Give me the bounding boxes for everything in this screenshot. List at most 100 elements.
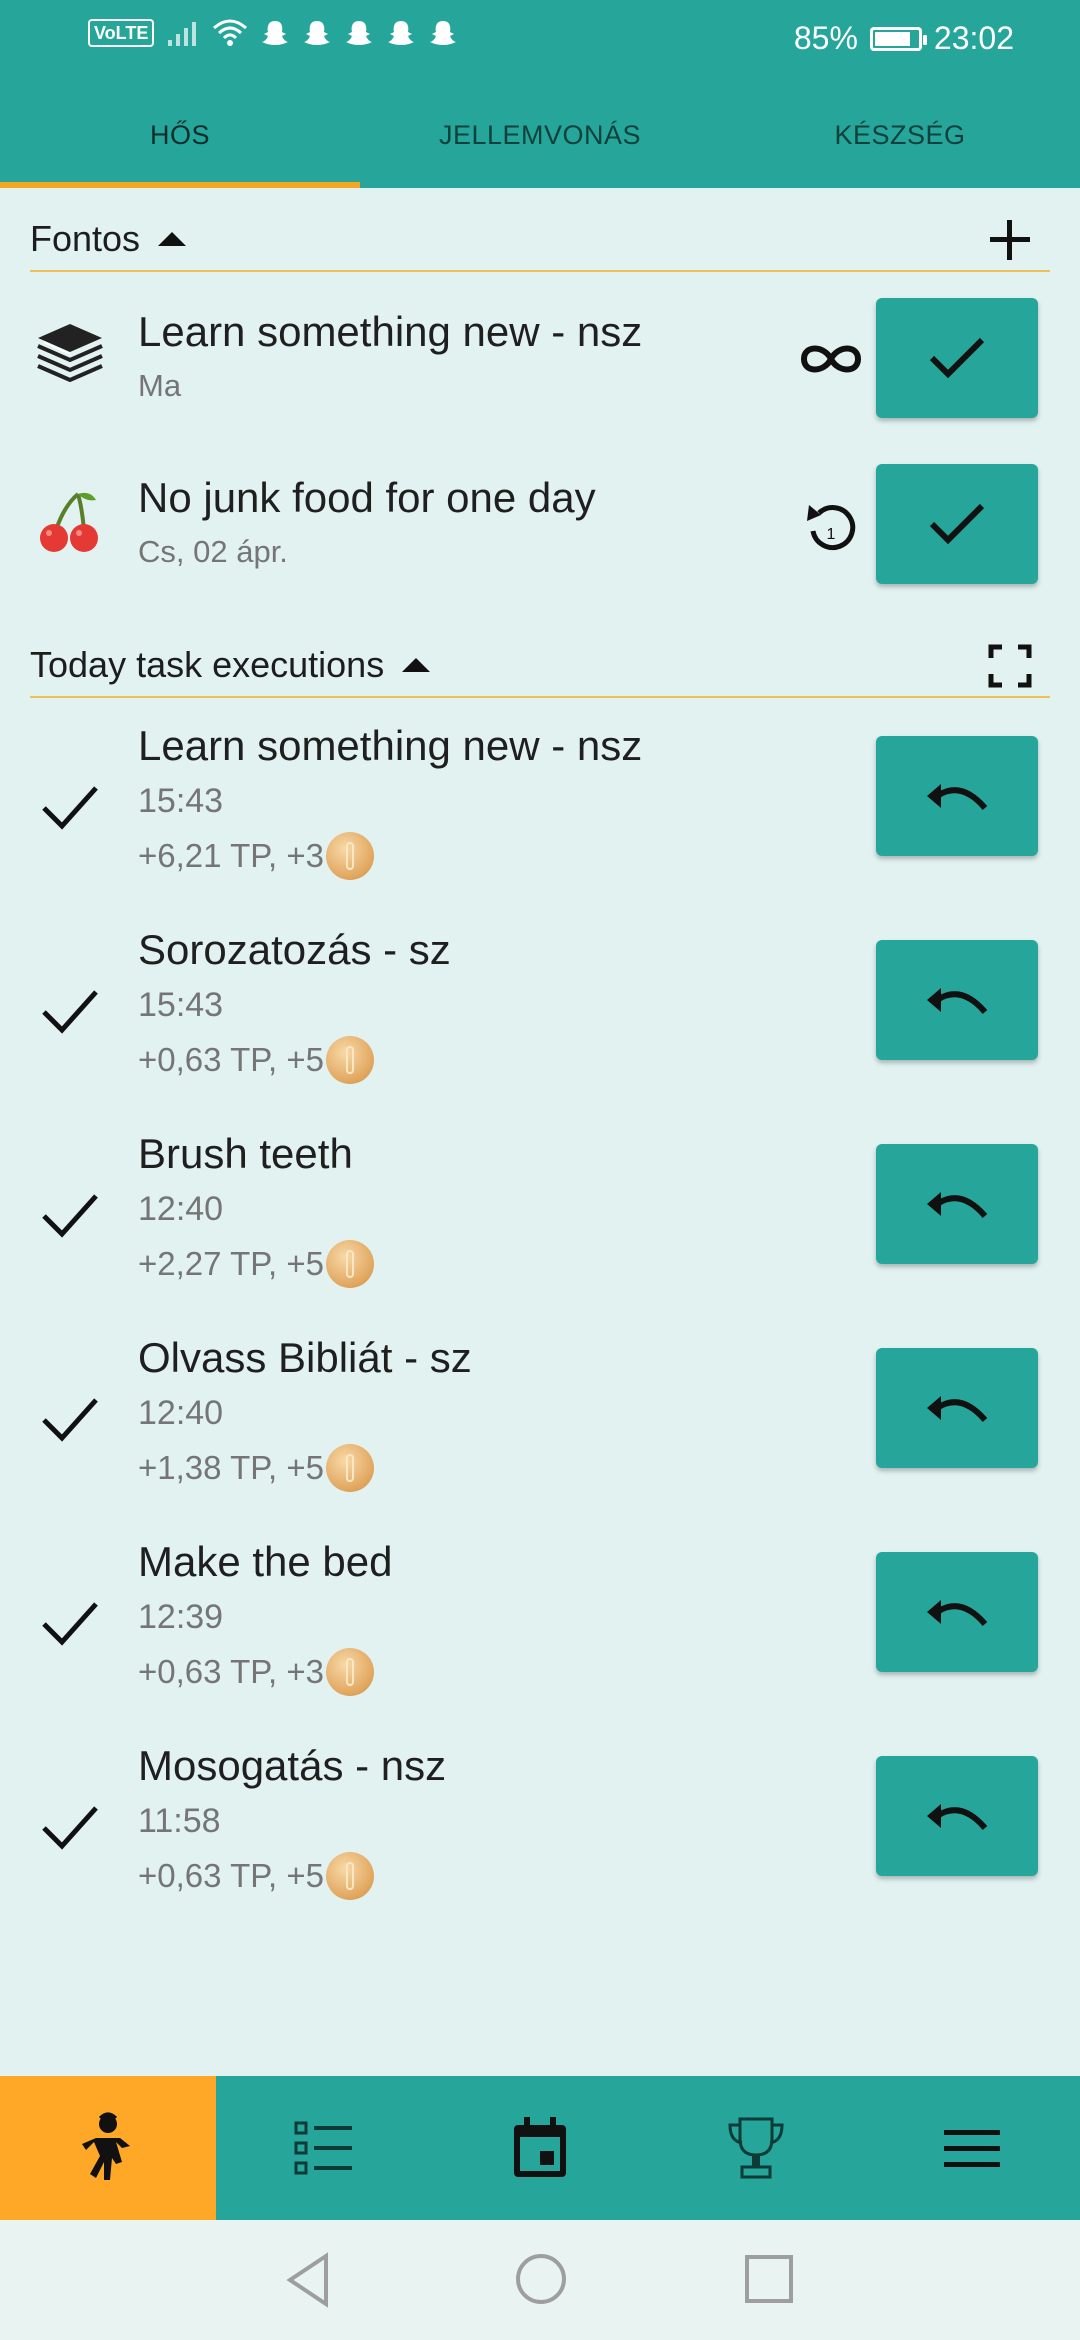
undo-icon — [927, 1192, 988, 1219]
undo-button[interactable] — [876, 1144, 1038, 1264]
undo-icon — [927, 784, 988, 811]
execution-title: Learn something new - nsz — [138, 722, 643, 769]
done-check-icon — [42, 1602, 98, 1646]
coin-icon — [325, 1240, 374, 1288]
execution-title: Brush teeth — [138, 1130, 353, 1177]
system-navigation-bar — [0, 2220, 1080, 2340]
task-list-icon — [294, 2121, 352, 2175]
execution-title: Olvass Bibliát - sz — [138, 1334, 472, 1381]
tab-bar: HŐS JELLEMVONÁS KÉSZSÉG — [0, 100, 1080, 188]
execution-item: Mosogatás - nsz 11:58 +0,63 TP, +5 — [0, 1742, 1080, 1932]
collapse-caret-icon[interactable] — [158, 232, 187, 246]
execution-time: 12:40 — [138, 1190, 224, 1228]
check-icon — [929, 503, 985, 545]
back-icon[interactable] — [284, 2252, 332, 2308]
bottom-navigation — [0, 2076, 1080, 2220]
execution-time: 15:43 — [138, 986, 224, 1024]
execution-item: Learn something new - nsz 15:43 +6,21 TP… — [0, 722, 1080, 912]
execution-reward: +0,63 TP, +3 — [138, 1648, 374, 1696]
reward-text: +0,63 TP, +5 — [138, 1857, 324, 1894]
important-section-title: Fontos — [30, 218, 141, 259]
done-check-icon — [42, 1806, 98, 1850]
nav-achievements[interactable] — [648, 2076, 864, 2220]
done-check-icon — [42, 1398, 98, 1442]
execution-title: Mosogatás - nsz — [138, 1742, 447, 1789]
important-section-header[interactable]: Fontos — [30, 208, 1050, 272]
undo-button[interactable] — [876, 736, 1038, 856]
important-item[interactable]: No junk food for one day Cs, 02 ápr. 1 — [0, 462, 1080, 592]
execution-time: 12:40 — [138, 1394, 224, 1432]
coin-icon — [325, 1036, 374, 1084]
snapchat-icon — [304, 21, 331, 45]
undo-icon — [927, 1396, 988, 1423]
done-check-icon — [42, 990, 98, 1034]
nav-hero[interactable] — [0, 2076, 216, 2220]
complete-button[interactable] — [876, 464, 1038, 584]
execution-reward: +0,63 TP, +5 — [138, 1036, 374, 1084]
undo-icon — [927, 1600, 988, 1627]
execution-item: Brush teeth 12:40 +2,27 TP, +5 — [0, 1130, 1080, 1320]
battery-icon — [869, 26, 927, 51]
signal-icon — [168, 22, 197, 46]
done-check-icon — [42, 786, 98, 830]
volte-indicator: VoLTE — [88, 19, 155, 47]
hero-icon — [82, 2112, 130, 2180]
check-icon — [929, 337, 985, 379]
battery-percent: 85% — [793, 20, 858, 56]
status-bar: VoLTE 85% 23:02 — [0, 0, 1080, 80]
undo-button[interactable] — [876, 1552, 1038, 1672]
complete-button[interactable] — [876, 298, 1038, 418]
coin-icon — [325, 1852, 374, 1900]
done-check-icon — [42, 1194, 98, 1238]
nav-menu[interactable] — [864, 2076, 1080, 2220]
recents-icon[interactable] — [744, 2254, 794, 2304]
execution-time: 15:43 — [138, 782, 224, 820]
reward-text: +0,63 TP, +3 — [138, 1653, 324, 1690]
execution-title: Sorozatozás - sz — [138, 926, 451, 973]
repeat-once-icon: 1 — [798, 492, 864, 558]
add-icon[interactable] — [988, 218, 1032, 262]
snapchat-icon — [262, 21, 289, 45]
books-icon — [37, 324, 103, 383]
tab-traits[interactable]: JELLEMVONÁS — [360, 100, 720, 188]
coin-icon — [325, 1444, 374, 1492]
execution-item: Make the bed 12:39 +0,63 TP, +3 — [0, 1538, 1080, 1728]
menu-icon — [944, 2130, 1000, 2167]
execution-reward: +6,21 TP, +3 — [138, 832, 374, 880]
cherries-icon — [40, 492, 98, 552]
calendar-icon — [514, 2117, 566, 2177]
reward-text: +1,38 TP, +5 — [138, 1449, 324, 1486]
infinity-icon — [798, 326, 864, 392]
coin-icon — [325, 832, 374, 880]
undo-button[interactable] — [876, 1348, 1038, 1468]
today-section-header[interactable]: Today task executions — [30, 634, 1050, 698]
battery-level — [874, 31, 911, 46]
home-icon[interactable] — [514, 2252, 568, 2306]
important-item-title: Learn something new - nsz — [138, 308, 643, 355]
undo-button[interactable] — [876, 940, 1038, 1060]
trophy-icon — [728, 2117, 784, 2179]
undo-icon — [927, 1804, 988, 1831]
execution-item: Olvass Bibliát - sz 12:40 +1,38 TP, +5 — [0, 1334, 1080, 1524]
svg-text:1: 1 — [827, 526, 836, 543]
snapchat-icon — [346, 21, 373, 45]
undo-button[interactable] — [876, 1756, 1038, 1876]
nav-tasks[interactable] — [216, 2076, 432, 2220]
reward-text: +6,21 TP, +3 — [138, 837, 324, 874]
important-item-date: Cs, 02 ápr. — [138, 534, 288, 569]
reward-text: +0,63 TP, +5 — [138, 1041, 324, 1078]
tab-hero[interactable]: HŐS — [0, 100, 360, 188]
snapchat-icon — [430, 21, 457, 45]
important-item[interactable]: Learn something new - nsz Ma — [0, 296, 1080, 426]
app-header: VoLTE 85% 23:02 HŐS JELLEMVONÁS KÉSZSÉG — [0, 0, 1080, 188]
important-item-date: Ma — [138, 368, 182, 403]
status-left: VoLTE — [88, 18, 458, 48]
nav-calendar[interactable] — [432, 2076, 648, 2220]
clock: 23:02 — [933, 20, 1014, 56]
fullscreen-icon[interactable] — [988, 644, 1032, 688]
status-right: 85% 23:02 — [794, 20, 1014, 57]
tab-skills[interactable]: KÉSZSÉG — [720, 100, 1080, 188]
execution-item: Sorozatozás - sz 15:43 +0,63 TP, +5 — [0, 926, 1080, 1116]
execution-time: 11:58 — [138, 1802, 221, 1840]
collapse-caret-icon[interactable] — [402, 658, 431, 672]
